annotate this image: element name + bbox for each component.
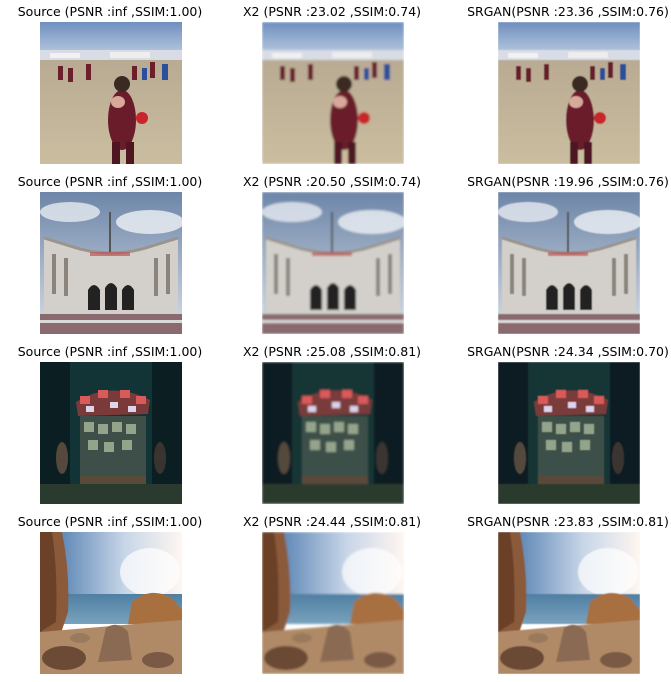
comparison-figure: Source (PSNR :inf ,SSIM:1.00) X2 (PSNR:… (0, 0, 671, 682)
panel-row1-source: Source (PSNR :inf ,SSIM:1.00) (0, 4, 220, 169)
panel-title: Source (PSNR :inf ,SSIM:1.00) (17, 174, 203, 189)
panel-title: SRGAN(PSNR :23.83 ,SSIM:0.81) (467, 514, 669, 529)
panel-row4-x2: X2 (PSNR :24.44 ,SSIM:0.81) (222, 514, 442, 679)
panel-image-rocky-beach (40, 532, 182, 674)
panel-image-night-market-stall (40, 362, 182, 504)
panel-row2-source: Source (PSNR :inf ,SSIM:1.00) (0, 174, 220, 339)
panel-image-arch-building (40, 192, 182, 334)
panel-title: SRGAN(PSNR :19.96 ,SSIM:0.76) (467, 174, 669, 189)
panel-row4-srgan: SRGAN(PSNR :23.83 ,SSIM:0.81) (458, 514, 671, 679)
panel-row3-source: Source (PSNR :inf ,SSIM:1.00) (0, 344, 220, 509)
panel-image-sports-field (262, 22, 404, 164)
panel-title: X2 (PSNR :24.44 ,SSIM:0.81) (242, 514, 422, 529)
panel-row2-x2: X2 (PSNR :20.50 ,SSIM:0.74) (222, 174, 442, 339)
panel-image-arch-building (262, 192, 404, 334)
panel-image-sports-field (40, 22, 182, 164)
panel-row3-srgan: SRGAN(PSNR :24.34 ,SSIM:0.70) (458, 344, 671, 509)
panel-row2-srgan: SRGAN(PSNR :19.96 ,SSIM:0.76) (458, 174, 671, 339)
panel-title: X2 (PSNR :20.50 ,SSIM:0.74) (242, 174, 422, 189)
panel-image-sports-field (498, 22, 640, 164)
panel-row3-x2: X2 (PSNR :25.08 ,SSIM:0.81) (222, 344, 442, 509)
panel-title: Source (PSNR :inf ,SSIM:1.00) (17, 514, 203, 529)
panel-image-night-market-stall (498, 362, 640, 504)
panel-row1-x2: X2 (PSNR :23.02 ,SSIM:0.74) (222, 4, 442, 169)
panel-title: Source (PSNR :inf ,SSIM:1.00) (17, 344, 203, 359)
panel-image-night-market-stall (262, 362, 404, 504)
panel-title: X2 (PSNR :25.08 ,SSIM:0.81) (242, 344, 422, 359)
panel-title: Source (PSNR :inf ,SSIM:1.00) (17, 4, 203, 19)
panel-image-arch-building (498, 192, 640, 334)
panel-image-rocky-beach (498, 532, 640, 674)
panel-image-rocky-beach (262, 532, 404, 674)
panel-title: X2 (PSNR :23.02 ,SSIM:0.74) (242, 4, 422, 19)
panel-title: SRGAN(PSNR :24.34 ,SSIM:0.70) (467, 344, 669, 359)
panel-row1-srgan: SRGAN(PSNR :23.36 ,SSIM:0.76) (458, 4, 671, 169)
panel-title: SRGAN(PSNR :23.36 ,SSIM:0.76) (467, 4, 669, 19)
panel-row4-source: Source (PSNR :inf ,SSIM:1.00) (0, 514, 220, 679)
